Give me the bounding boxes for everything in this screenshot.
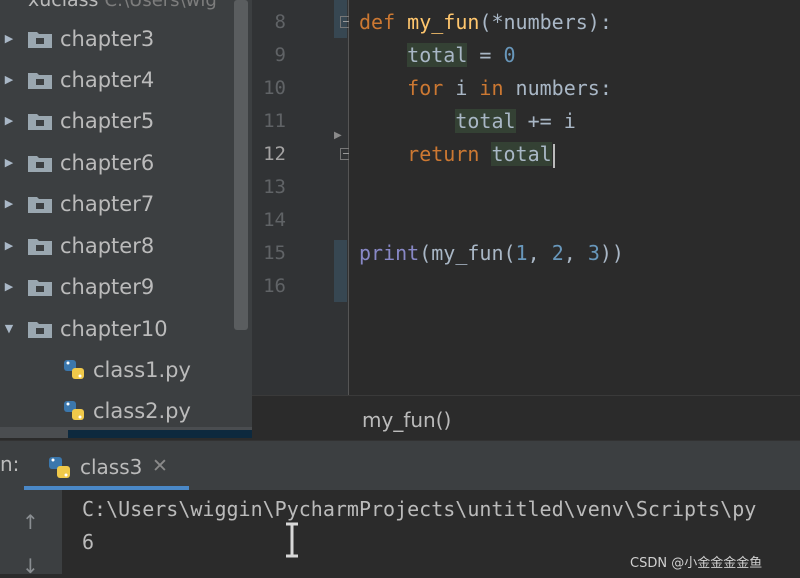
tree-selected-row-partial — [0, 427, 252, 438]
project-root[interactable]: xuclass C:\Users\wig — [28, 0, 217, 12]
number-literal: 0 — [503, 43, 516, 67]
folder-icon — [28, 197, 52, 213]
python-icon — [49, 457, 70, 478]
collapsed-arrow-icon[interactable]: ▶ — [0, 226, 18, 266]
collapsed-arrow-icon[interactable]: ▶ — [0, 143, 18, 183]
collapsed-arrow-icon[interactable]: ▶ — [0, 101, 18, 141]
collapsed-arrow-icon[interactable]: ▶ — [0, 60, 18, 100]
arrow-down-icon[interactable]: ↓ — [22, 554, 39, 578]
number-literal: 3 — [587, 241, 600, 265]
folder-label: chapter9 — [60, 275, 155, 299]
folder-label: chapter3 — [60, 27, 155, 51]
code-line-8: def my_fun(*numbers): — [359, 6, 612, 39]
line-number: 16 — [263, 275, 286, 297]
line-number: 13 — [263, 176, 286, 198]
code-line-11: total += i — [359, 105, 576, 138]
variable-highlight: total — [455, 109, 516, 133]
code-iterable: numbers: — [503, 76, 612, 100]
change-marker — [334, 240, 347, 302]
tree-folder-chapter4[interactable]: ▶ chapter4 — [0, 60, 240, 100]
tree-folder-chapter7[interactable]: ▶ chapter7 — [0, 184, 240, 224]
file-label: class2.py — [93, 399, 191, 423]
tree-file-class1[interactable]: class1.py — [0, 350, 240, 390]
folder-label: chapter10 — [60, 317, 168, 341]
line-number: 8 — [274, 11, 286, 33]
project-scrollbar[interactable] — [234, 0, 248, 330]
keyword-return: return — [407, 142, 480, 166]
tree-file-class2[interactable]: class2.py — [0, 391, 240, 431]
number-literal: 1 — [515, 241, 528, 265]
console-line: C:\Users\wiggin\PycharmProjects\untitled… — [82, 497, 757, 521]
folder-label: chapter4 — [60, 68, 155, 92]
folder-label: chapter7 — [60, 192, 155, 216]
line-number: 9 — [274, 44, 286, 66]
folder-icon — [28, 73, 52, 89]
breakpoint-arrow-icon: ▶ — [334, 130, 342, 141]
line-number: 10 — [263, 77, 286, 99]
function-name: my_fun — [407, 10, 480, 34]
breadcrumb-bar — [252, 395, 800, 440]
collapsed-arrow-icon[interactable]: ▶ — [0, 19, 18, 59]
folder-icon — [28, 280, 52, 296]
selection-highlight — [68, 430, 252, 438]
current-line-number: 12 — [263, 143, 286, 165]
line-number: 11 — [263, 110, 286, 132]
code-call: (my_fun( — [419, 241, 516, 265]
text-caret — [552, 143, 555, 168]
number-literal: 2 — [551, 241, 564, 265]
tree-folder-chapter8[interactable]: ▶ chapter8 — [0, 226, 240, 266]
folder-icon — [28, 32, 52, 48]
folder-icon — [28, 114, 52, 130]
keyword-in: in — [479, 76, 504, 100]
tree-folder-chapter6[interactable]: ▶ chapter6 — [0, 143, 240, 183]
collapsed-arrow-icon[interactable]: ▶ — [0, 184, 18, 224]
keyword-for: for — [407, 76, 444, 100]
tree-folder-chapter10[interactable]: ▼ chapter10 — [0, 309, 240, 349]
python-file-icon — [64, 401, 84, 420]
run-tab-class3[interactable]: class3 — [80, 455, 142, 479]
variable-highlight: total — [491, 142, 552, 166]
code-line-12: return total — [359, 138, 555, 171]
tree-folder-chapter5[interactable]: ▶ chapter5 — [0, 101, 240, 141]
close-icon[interactable]: ✕ — [152, 455, 168, 477]
folder-icon — [28, 322, 52, 338]
builtin-print: print — [359, 241, 420, 265]
code-comma: , — [527, 241, 552, 265]
code-line-15: print(my_fun(1, 2, 3)) — [359, 237, 624, 270]
project-root-path: C:\Users\wig — [104, 0, 217, 11]
code-var: i — [443, 76, 480, 100]
code-close: )) — [599, 241, 624, 265]
folder-label: chapter8 — [60, 234, 155, 258]
code-op: = — [467, 43, 504, 67]
tree-folder-chapter9[interactable]: ▶ chapter9 — [0, 267, 240, 307]
project-root-name: xuclass — [28, 0, 99, 11]
expanded-arrow-icon[interactable]: ▼ — [0, 309, 18, 349]
arrow-up-icon[interactable]: ↑ — [22, 510, 39, 534]
keyword-def: def — [359, 10, 396, 34]
collapsed-arrow-icon[interactable]: ▶ — [0, 267, 18, 307]
breadcrumb[interactable]: my_fun() — [362, 405, 451, 435]
run-toolbar: ↑ ↓ — [0, 490, 63, 578]
code-params: (*numbers): — [479, 10, 612, 34]
tree-folder-chapter3[interactable]: ▶ chapter3 — [0, 19, 240, 59]
folder-icon — [28, 239, 52, 255]
variable-highlight: total — [407, 43, 468, 67]
code-line-10: for i in numbers: — [359, 72, 612, 105]
folder-label: chapter6 — [60, 151, 155, 175]
code-comma: , — [563, 241, 588, 265]
folder-icon — [28, 156, 52, 172]
watermark: CSDN @小金金金金鱼 — [630, 556, 763, 571]
console-line: 6 — [82, 530, 95, 554]
line-number: 14 — [263, 209, 286, 231]
code-expr: += i — [515, 109, 576, 133]
code-line-9: total = 0 — [359, 39, 516, 72]
text-cursor-icon — [286, 522, 298, 558]
folder-label: chapter5 — [60, 109, 155, 133]
line-number: 15 — [263, 242, 286, 264]
project-tool-window: xuclass C:\Users\wig ▶ chapter3 ▶ chapter… — [0, 0, 252, 438]
run-panel-label: n: — [0, 452, 20, 476]
file-label: class1.py — [93, 358, 191, 382]
python-file-icon — [64, 360, 84, 379]
